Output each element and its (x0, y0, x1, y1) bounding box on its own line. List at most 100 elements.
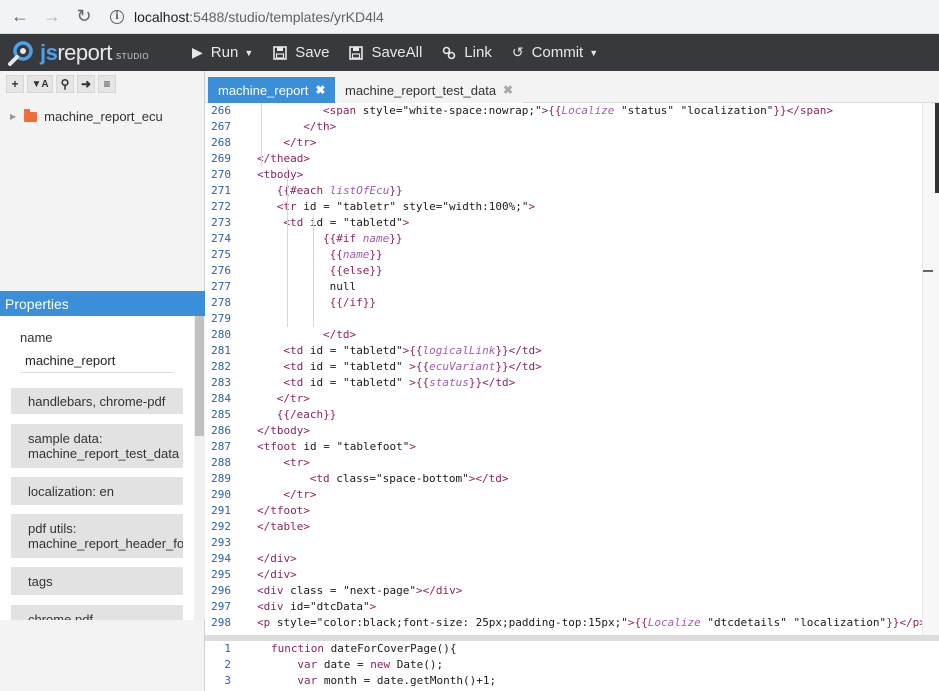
code-token: }} (369, 248, 383, 261)
engine-recipe-button[interactable]: handlebars, chrome-pdf (11, 388, 183, 414)
arrow-right-icon[interactable]: ➜ (77, 75, 95, 93)
code-line[interactable]: 288 <tr> (205, 455, 922, 471)
code-line[interactable]: 294 </div> (205, 551, 922, 567)
tree-folder-item[interactable]: ▶ machine_report_ecu (10, 108, 163, 124)
code-line[interactable]: 2 var date = new Date(); (205, 657, 939, 673)
reload-icon[interactable]: ↻ (72, 5, 96, 29)
code-token: null (329, 280, 357, 293)
code-line[interactable]: 289 <td class="space-bottom"></td> (205, 471, 922, 487)
code-line[interactable]: 296 <div class = "next-page"></div> (205, 583, 922, 599)
line-number: 296 (211, 584, 231, 597)
localization-button[interactable]: localization: en (11, 477, 183, 505)
code-line[interactable]: 295 </div> (205, 567, 922, 583)
code-line[interactable]: 285 {{/each}} (205, 407, 922, 423)
code-line[interactable]: 281 <td id = "tabletd">{{logicalLink}}</t… (205, 343, 922, 359)
folder-icon (24, 108, 38, 122)
properties-header: Properties (0, 291, 205, 316)
filter-icon[interactable]: ▼A (27, 75, 53, 93)
run-button[interactable]: ▶ Run ▼ (192, 44, 253, 61)
code-line[interactable]: 272 <tr id = "tabletr" style="width:100%;… (205, 199, 922, 215)
save-all-button[interactable]: SaveAll (349, 44, 422, 61)
code-token: listOfEcu (329, 184, 390, 197)
scrollbar-thumb[interactable] (195, 316, 204, 436)
code-line[interactable]: 269 </thead> (205, 151, 922, 167)
link-button[interactable]: Link (442, 44, 492, 61)
tab-machine-report-test-data[interactable]: machine_report_test_data ✖ (335, 77, 524, 103)
forward-arrow-icon[interactable]: → (40, 5, 64, 29)
code-line[interactable]: 286 </tbody> (205, 423, 922, 439)
code-line[interactable]: 1 function dateForCoverPage(){ (205, 641, 939, 657)
tree-folder-label: machine_report_ecu (44, 109, 163, 124)
code-token: style= (276, 616, 317, 629)
code-line[interactable]: 3 var month = date.getMonth()+1; (205, 673, 939, 689)
code-line[interactable]: 266 <span style="white-space:nowrap;">{{L… (205, 103, 922, 119)
code-line[interactable]: 280 </td> (205, 327, 922, 343)
code-line[interactable]: 298 <p style="color:black;font-size: 25px… (205, 615, 922, 631)
chevron-right-icon[interactable]: ▶ (10, 112, 16, 121)
code-line[interactable]: 292 </table> (205, 519, 922, 535)
info-icon[interactable]: i (110, 9, 124, 24)
helpers-editor[interactable]: 1 function dateForCoverPage(){2 var date =… (205, 641, 939, 691)
sample-data-button[interactable]: sample data: machine_report_test_data (11, 424, 183, 468)
code-line[interactable]: 268 </tr> (205, 135, 922, 151)
tab-label: machine_report (218, 82, 309, 98)
save-button[interactable]: Save (273, 44, 329, 61)
code-line[interactable]: 270 <tbody> (205, 167, 922, 183)
prop-button-line1: pdf utils: (28, 521, 77, 536)
code-line[interactable]: 297 <div id="dtcData"> (205, 599, 922, 615)
code-text: <td class="space-bottom"></td> (310, 471, 509, 487)
chrome-pdf-button[interactable]: chrome pdf (11, 605, 183, 620)
code-token: id = (303, 200, 337, 213)
back-arrow-icon[interactable]: ← (8, 5, 32, 29)
code-token: month = date.getMonth()+1; (323, 674, 497, 687)
address-bar[interactable]: i localhost:5488/studio/templates/yrKD4l… (110, 4, 384, 30)
prop-button-line1: sample data: (28, 431, 103, 446)
properties-scrollbar[interactable] (194, 316, 205, 620)
code-token: "white-space:nowrap;" (402, 104, 542, 117)
line-number: 289 (211, 472, 231, 485)
code-token: Localize (561, 104, 615, 117)
prop-button-line2: machine_report_test_data (28, 446, 180, 461)
name-field[interactable] (20, 349, 173, 373)
code-editor[interactable]: 266 <span style="white-space:nowrap;">{{L… (205, 103, 922, 635)
code-token: <tfoot (257, 440, 304, 453)
code-line[interactable]: 287 <tfoot id = "tablefoot"> (205, 439, 922, 455)
code-line[interactable]: 267 </th> (205, 119, 922, 135)
code-line[interactable]: 283 <td id = "tabletd" >{{status}}</td> (205, 375, 922, 391)
code-token: <td (309, 472, 337, 485)
code-line[interactable]: 284 </tr> (205, 391, 922, 407)
code-text: {{#each listOfEcu}} (277, 183, 403, 199)
code-line[interactable]: 282 <td id = "tabletd" >{{ecuVariant}}</t… (205, 359, 922, 375)
code-line[interactable]: 293 (205, 535, 922, 551)
close-icon[interactable]: ✖ (503, 83, 513, 97)
code-token: > (409, 360, 416, 373)
plus-icon[interactable]: + (6, 75, 24, 93)
code-text: <tr id = "tabletr" style="width:100%;"> (277, 199, 535, 215)
tags-button[interactable]: tags (11, 567, 183, 595)
code-text: <span style="white-space:nowrap;">{{Loca… (323, 103, 833, 119)
code-line[interactable]: 290 </tr> (205, 487, 922, 503)
code-token: }} (886, 616, 900, 629)
close-icon[interactable]: ✖ (315, 83, 325, 97)
history-icon: ↺ (511, 44, 524, 60)
code-token: {{#each (276, 184, 330, 197)
url-host: localhost (134, 8, 190, 25)
code-token: <td (283, 344, 310, 357)
code-token: <tbody> (257, 168, 304, 181)
tab-machine-report[interactable]: machine_report ✖ (208, 77, 336, 103)
line-number: 290 (211, 488, 231, 501)
commit-button[interactable]: ↺ Commit ▼ (512, 44, 598, 61)
search-icon[interactable]: ⚲ (56, 75, 74, 93)
code-token: "next-page" (343, 584, 416, 597)
code-token: "tabletd" (343, 216, 403, 229)
line-number: 3 (224, 674, 231, 687)
run-label: Run (210, 44, 239, 61)
jsreport-logo[interactable]: js report STUDIO (6, 40, 192, 66)
code-line[interactable]: 291 </tfoot> (205, 503, 922, 519)
menu-icon[interactable]: ≡ (98, 75, 116, 93)
code-text: <td id = "tabletd" >{{status}}</td> (283, 375, 515, 391)
code-line[interactable]: 271 {{#each listOfEcu}} (205, 183, 922, 199)
pdf-utils-button[interactable]: pdf utils: machine_report_header_footer (11, 514, 183, 558)
code-token: <p (257, 616, 277, 629)
code-token: logicalLink (422, 344, 496, 357)
